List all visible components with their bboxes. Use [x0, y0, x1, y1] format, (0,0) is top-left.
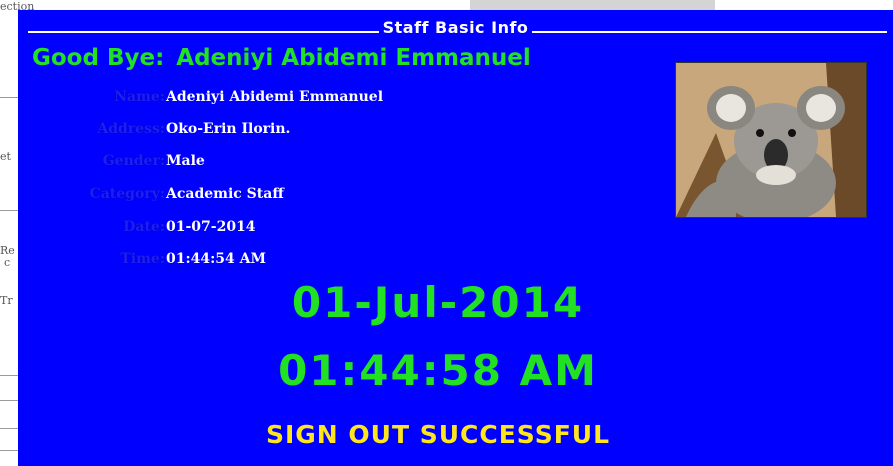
background-divider: [0, 400, 18, 401]
background-divider: [0, 210, 18, 211]
field-row-category: Category:: [18, 186, 165, 208]
goodbye-heading: Good Bye: Adeniyi Abidemi Emmanuel: [32, 45, 531, 71]
clock-time: 01:44:58 AM: [278, 346, 598, 395]
field-value-time: 01:44:54 AM: [166, 251, 267, 267]
background-divider: [0, 97, 18, 98]
goodbye-prefix: Good Bye:: [32, 45, 165, 71]
background-text-fragment: c: [4, 256, 11, 269]
staff-info-panel: Staff Basic Info Good Bye: Adeniyi Abide…: [18, 10, 893, 466]
field-label-category: Category:: [89, 186, 165, 202]
field-value-category: Academic Staff: [166, 186, 284, 202]
field-row-time: Time:: [18, 251, 165, 273]
groupbox-title-text: Staff Basic Info: [378, 18, 533, 37]
field-row-gender: Gender:: [18, 153, 165, 175]
background-divider: [0, 375, 18, 376]
clock-date: 01-Jul-2014: [291, 278, 585, 327]
background-toolbar-strip: [470, 0, 715, 10]
field-value-name: Adeniyi Abidemi Emmanuel: [166, 89, 384, 105]
background-text-fragment: et: [0, 150, 11, 163]
background-divider: [0, 428, 18, 429]
background-text-fragment: Tr: [0, 294, 13, 307]
field-row-address: Address:: [18, 121, 165, 143]
background-divider: [0, 450, 18, 451]
field-label-name: Name:: [114, 89, 165, 105]
field-value-gender: Male: [166, 153, 205, 169]
field-value-date: 01-07-2014: [166, 219, 256, 235]
groupbox-title: Staff Basic Info: [18, 18, 893, 37]
field-row-date: Date:: [18, 219, 165, 241]
goodbye-name: Adeniyi Abidemi Emmanuel: [176, 45, 531, 71]
sign-out-status: SIGN OUT SUCCESSFUL: [265, 420, 611, 449]
field-label-address: Address:: [97, 121, 165, 137]
field-row-name: Name:: [18, 89, 165, 111]
koala-photo-icon: [676, 63, 866, 217]
field-value-address: Oko-Erin Ilorin.: [166, 121, 291, 137]
field-label-time: Time:: [120, 251, 165, 267]
field-label-date: Date:: [123, 219, 165, 235]
field-label-gender: Gender:: [102, 153, 165, 169]
staff-photo: [675, 62, 867, 218]
